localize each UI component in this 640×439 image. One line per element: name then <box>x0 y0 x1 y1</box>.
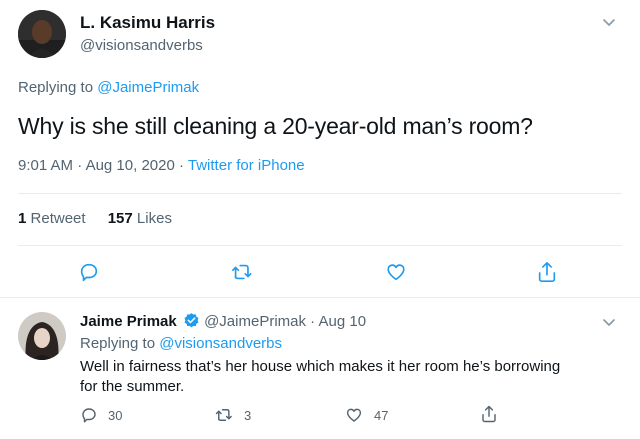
tweet-date[interactable]: Aug 10, 2020 <box>86 157 175 174</box>
likes-count: 157 <box>107 210 133 227</box>
author-name[interactable]: L. Kasimu Harris <box>80 13 215 33</box>
replying-to-handle-link[interactable]: @JaimePrimak <box>97 79 199 96</box>
reply-icon[interactable] <box>80 406 98 424</box>
divider <box>18 245 622 246</box>
reply-text: Well in fairness that’s her house which … <box>80 357 560 397</box>
reply-author-handle[interactable]: @JaimePrimak <box>204 313 306 330</box>
meta-separator: · <box>178 157 184 174</box>
replying-to-handle-link[interactable]: @visionsandverbs <box>159 335 282 352</box>
divider <box>18 193 622 194</box>
likes-label: Likes <box>136 210 172 227</box>
tweet-text: Why is she still cleaning a 20-year-old … <box>18 113 533 139</box>
tweet-stats: 1 Retweet 157 Likes <box>18 210 172 227</box>
reply-text-line: Well in fairness that’s her house which … <box>80 358 561 375</box>
divider <box>0 297 640 298</box>
tweet-meta: 9:01 AM · Aug 10, 2020 · Twitter for iPh… <box>18 157 305 174</box>
reply-count: 30 <box>108 408 123 423</box>
retweet-icon[interactable] <box>214 406 234 424</box>
share-icon[interactable] <box>480 404 498 424</box>
meta-separator: · <box>77 157 83 174</box>
likes-stat[interactable]: 157 Likes <box>108 210 172 227</box>
author-handle[interactable]: @visionsandverbs <box>80 37 203 54</box>
like-count: 47 <box>374 408 389 423</box>
reply-icon[interactable] <box>78 261 100 283</box>
verified-badge-icon <box>183 312 200 333</box>
replying-to-label: Replying to <box>80 335 156 352</box>
replying-to-line: Replying to @JaimePrimak <box>18 79 199 96</box>
reply-author-avatar[interactable] <box>18 312 66 360</box>
retweet-stat[interactable]: 1 Retweet <box>18 210 90 227</box>
retweet-icon[interactable] <box>230 261 254 283</box>
retweet-count: 1 <box>18 210 27 227</box>
retweet-label: Retweet <box>30 210 86 227</box>
chevron-down-icon[interactable] <box>601 314 617 330</box>
reply-replying-to-line: Replying to @visionsandverbs <box>80 335 282 352</box>
reply-header: Jaime Primak @JaimePrimak · Aug 10 <box>80 312 366 333</box>
reply-date[interactable]: Aug 10 <box>319 313 367 330</box>
author-avatar[interactable] <box>18 10 66 58</box>
retweet-count: 3 <box>244 408 252 423</box>
like-icon[interactable] <box>385 261 407 283</box>
tweet-time[interactable]: 9:01 AM <box>18 157 73 174</box>
tweet-source-link[interactable]: Twitter for iPhone <box>188 157 305 174</box>
replying-to-label: Replying to <box>18 79 94 96</box>
meta-separator: · <box>310 313 316 330</box>
chevron-down-icon[interactable] <box>601 14 617 30</box>
like-icon[interactable] <box>345 406 363 424</box>
reply-text-line: for the summer. <box>80 378 185 395</box>
share-icon[interactable] <box>536 260 558 284</box>
reply-author-name[interactable]: Jaime Primak <box>80 313 177 330</box>
